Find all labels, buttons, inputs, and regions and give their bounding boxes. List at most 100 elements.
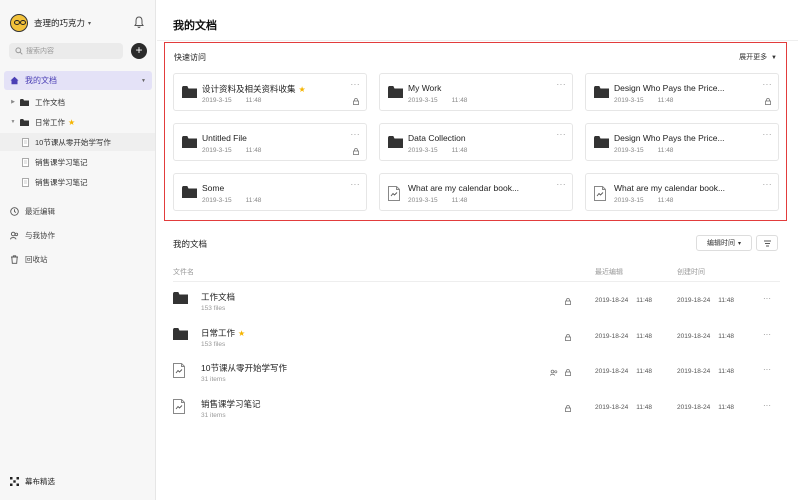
chevron-right-icon[interactable]: ▶: [8, 99, 18, 105]
more-icon[interactable]: ···: [763, 365, 771, 374]
bell-icon[interactable]: [132, 15, 146, 29]
more-icon[interactable]: ···: [763, 294, 771, 303]
quick-access-card[interactable]: What are my calendar book... 2019-3-15 11:…: [585, 173, 779, 211]
row-count: 153 files: [201, 305, 226, 312]
sort-label: 编辑时间: [706, 240, 735, 247]
card-title: Data Collection: [408, 133, 466, 143]
card-meta: 2019-3-15 11:48: [614, 197, 674, 204]
card-meta: 2019-3-15 11:48: [408, 97, 468, 104]
folder-icon: [20, 118, 29, 126]
user-menu[interactable]: 查理的巧克力 ▾: [10, 13, 146, 33]
card-meta: 2019-3-15 11:48: [408, 147, 468, 154]
list-view-icon: [763, 240, 771, 246]
quick-access-card[interactable]: Design Who Pays the Price... 2019-3-15 11:…: [585, 73, 779, 111]
document-icon: [22, 157, 29, 167]
quick-access-card[interactable]: Some 2019-3-15 11:48 ···: [173, 173, 367, 211]
more-icon[interactable]: ···: [351, 130, 361, 139]
expand-more-label: 展开更多: [739, 54, 768, 61]
add-button[interactable]: +: [131, 43, 147, 59]
table-row[interactable]: 工作文档 153 files 2019-18-24 11:48 2019-18-24 11…: [173, 283, 780, 317]
folder-icon: [182, 186, 197, 198]
row-title: 销售课学习笔记: [201, 398, 261, 409]
search-placeholder: 搜索内容: [26, 48, 54, 55]
row-edited: 2019-18-24 11:48: [595, 403, 653, 411]
more-icon[interactable]: ···: [763, 330, 771, 339]
sidebar-item-label: 最近编辑: [25, 207, 55, 216]
column-header-edited[interactable]: 最近编辑: [595, 267, 623, 277]
sidebar-item-my-docs[interactable]: 我的文档 ▼: [4, 71, 152, 90]
card-meta: 2019-3-15 11:48: [202, 97, 262, 104]
sidebar-item-collab[interactable]: 与我协作: [10, 230, 55, 241]
sidebar-item-recent[interactable]: 最近编辑: [10, 206, 55, 217]
row-created: 2019-18-24 11:48: [677, 403, 735, 411]
lock-icon: [565, 298, 571, 305]
more-icon[interactable]: ···: [557, 130, 567, 139]
document-icon: [173, 398, 185, 414]
tree-item-sales-notes-2[interactable]: 销售课学习笔记: [0, 173, 155, 191]
quick-access-panel: 快速访问 展开更多 ▼ 设计资料及相关资料收集 ★ 2019-3-15 11:48 ··…: [164, 42, 787, 221]
row-count: 31 items: [201, 411, 226, 419]
card-title: 设计资料及相关资料收集 ★: [202, 84, 306, 94]
row-title: 工作文档: [201, 292, 236, 302]
expand-more-button[interactable]: 展开更多 ▼: [739, 52, 777, 62]
quick-access-card[interactable]: Design Who Pays the Price... 2019-3-15 11:…: [585, 123, 779, 161]
row-title: 10节课从零开始学写作: [201, 363, 287, 373]
card-title: Some: [202, 183, 225, 193]
quick-access-card[interactable]: Data Collection 2019-3-15 11:48 ···: [379, 123, 573, 161]
view-toggle-button[interactable]: [756, 235, 778, 251]
card-meta: 2019-3-15 11:48: [408, 197, 468, 204]
lock-icon: [353, 148, 359, 155]
table-row[interactable]: 销售课学习笔记 31 items 2019-18-24 11:48 2019-18-24…: [173, 390, 780, 424]
folder-icon: [173, 327, 188, 340]
more-icon[interactable]: ···: [557, 180, 567, 189]
lock-icon: [565, 369, 571, 376]
more-icon[interactable]: ···: [763, 80, 773, 89]
sidebar-item-label: 与我协作: [25, 231, 55, 240]
row-edited: 2019-18-24 11:48: [595, 368, 653, 375]
sidebar-item-trash[interactable]: 回收站: [10, 254, 48, 265]
more-icon[interactable]: ···: [351, 80, 361, 89]
quick-access-card[interactable]: 设计资料及相关资料收集 ★ 2019-3-15 11:48 ···: [173, 73, 367, 111]
tree-item-writing-course[interactable]: 10节课从零开始学写作: [0, 133, 155, 151]
share-icon: [550, 369, 558, 376]
footer-label: 幕布精选: [25, 477, 55, 486]
folder-icon: [594, 136, 609, 148]
row-created: 2019-18-24 11:48: [677, 297, 735, 304]
folder-icon: [594, 86, 609, 98]
sort-button[interactable]: 编辑时间 ▾: [696, 235, 752, 251]
table-row[interactable]: 日常工作 ★ 153 files 2019-18-24 11:48 2019-18-24 1…: [173, 319, 780, 353]
quick-access-card[interactable]: Untitled File 2019-3-15 11:48 ···: [173, 123, 367, 161]
more-icon[interactable]: ···: [763, 130, 773, 139]
document-icon: [594, 186, 606, 201]
section-title: 我的文档: [173, 239, 208, 249]
user-name: 查理的巧克力: [34, 18, 86, 28]
star-icon: ★: [298, 85, 306, 94]
more-icon[interactable]: ···: [351, 180, 361, 189]
more-icon[interactable]: ···: [557, 80, 567, 89]
tree-item-daily-work[interactable]: ▼ 日常工作 ★: [0, 113, 155, 131]
chevron-down-icon[interactable]: ▼: [141, 78, 146, 84]
sidebar-item-label: 我的文档: [25, 76, 57, 85]
quick-access-card[interactable]: What are my calendar book... 2019-3-15 11:…: [379, 173, 573, 211]
search-input[interactable]: 搜索内容: [9, 43, 123, 59]
tree-item-sales-notes[interactable]: 销售课学习笔记: [0, 153, 155, 171]
more-icon[interactable]: ···: [763, 401, 771, 410]
chevron-down-icon[interactable]: ▼: [8, 119, 18, 125]
lock-icon: [353, 98, 359, 105]
sidebar: 查理的巧克力 ▾ 搜索内容 + 我的文档 ▼ ▶ 工作文档 ▼ 日常工作 ★ 1…: [0, 0, 156, 500]
featured-link[interactable]: 幕布精选: [10, 476, 55, 487]
tree-item-label: 销售课学习笔记: [35, 177, 88, 187]
column-header-name[interactable]: 文件名: [173, 267, 194, 277]
tree-item-work-docs[interactable]: ▶ 工作文档: [0, 93, 155, 111]
row-created: 2019-18-24 11:48: [677, 368, 735, 375]
home-icon: [10, 76, 19, 85]
card-title: My Work: [408, 83, 442, 93]
folder-icon: [20, 98, 29, 106]
table-row[interactable]: 10节课从零开始学写作 31 items 2019-18-24 11:48 2019-1…: [173, 354, 780, 388]
search-icon: [15, 47, 23, 55]
more-icon[interactable]: ···: [763, 180, 773, 189]
card-meta: 2019-3-15 11:48: [202, 197, 262, 204]
quick-access-card[interactable]: My Work 2019-3-15 11:48 ···: [379, 73, 573, 111]
tree-item-label: 10节课从零开始学写作: [35, 137, 111, 147]
column-header-created[interactable]: 创建时间: [677, 267, 705, 277]
